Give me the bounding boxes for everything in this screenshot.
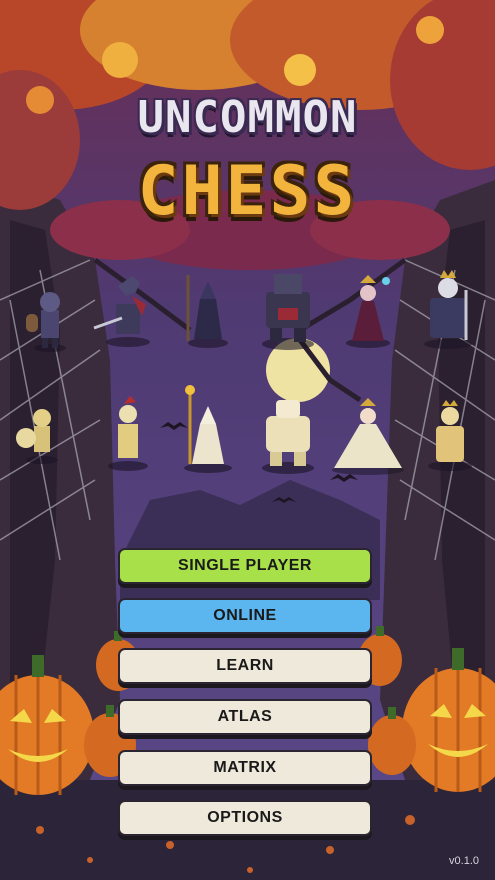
online-button[interactable]: ONLINE: [118, 598, 372, 634]
matrix-button[interactable]: MATRIX: [118, 750, 372, 786]
game-screen: UNCOMMON CHESS SINGLE PLAYER ONLINE LEAR…: [0, 0, 495, 880]
atlas-button[interactable]: ATLAS: [118, 699, 372, 735]
version-label: v0.1.0: [449, 855, 479, 867]
options-label: OPTIONS: [207, 809, 283, 826]
options-button[interactable]: OPTIONS: [118, 800, 372, 836]
matrix-label: MATRIX: [213, 759, 277, 776]
atlas-label: ATLAS: [217, 708, 273, 725]
single-player-label: SINGLE PLAYER: [178, 557, 312, 574]
learn-button[interactable]: LEARN: [118, 648, 372, 684]
single-player-button[interactable]: SINGLE PLAYER: [118, 548, 372, 584]
online-label: ONLINE: [213, 607, 277, 624]
learn-label: LEARN: [216, 657, 274, 674]
game-title-chess: CHESS: [137, 152, 358, 231]
game-title-uncommon: UNCOMMON: [137, 92, 358, 143]
